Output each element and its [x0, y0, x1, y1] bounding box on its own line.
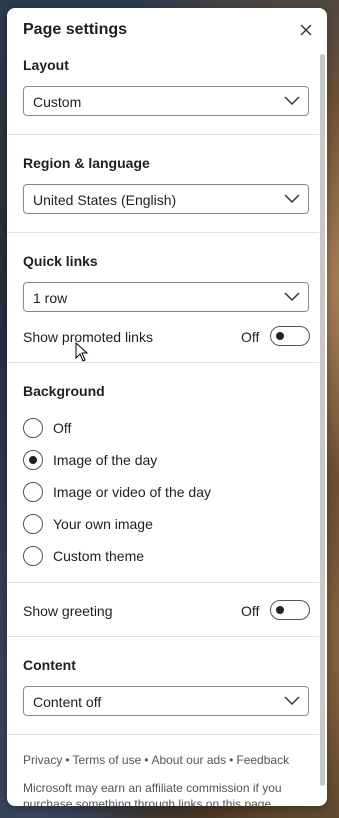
content-select-value: Content off: [33, 694, 102, 710]
divider: [7, 636, 319, 637]
radio-button[interactable]: [23, 514, 43, 534]
chevron-down-icon: [284, 696, 300, 706]
promoted-links-state: Off: [241, 329, 260, 345]
mouse-pointer-icon: [75, 342, 89, 362]
divider: [7, 362, 319, 363]
page-settings-panel: Page settings Layout Custom Region & lan…: [7, 8, 327, 806]
separator: •: [65, 753, 70, 767]
radio-label: Off: [53, 420, 72, 436]
chevron-down-icon: [284, 96, 300, 106]
radio-label: Custom theme: [53, 548, 145, 564]
content-label: Content: [23, 657, 76, 673]
close-icon: [300, 24, 312, 36]
greeting-state: Off: [241, 603, 260, 619]
scrollbar[interactable]: [319, 54, 327, 794]
radio-label: Image or video of the day: [53, 484, 211, 500]
separator: •: [144, 753, 149, 767]
background-option-image-of-the-day[interactable]: Image of the day: [23, 450, 283, 472]
content-select[interactable]: Content off: [23, 686, 309, 716]
about-ads-link[interactable]: About our ads: [151, 753, 226, 767]
separator: •: [229, 753, 234, 767]
panel-title: Page settings: [23, 21, 128, 38]
region-label: Region & language: [23, 155, 150, 171]
promoted-links-toggle[interactable]: [270, 326, 310, 346]
layout-label: Layout: [23, 57, 69, 73]
background-label: Background: [23, 383, 105, 399]
radio-button[interactable]: [23, 482, 43, 502]
background-option-image-or-video[interactable]: Image or video of the day: [23, 482, 283, 504]
close-button[interactable]: [296, 20, 316, 40]
footer-links: Privacy • Terms of use • About our ads • Feedb…: [23, 753, 289, 767]
greeting-toggle[interactable]: [270, 600, 310, 620]
feedback-link[interactable]: Feedback: [236, 753, 289, 767]
divider: [7, 734, 319, 735]
chevron-down-icon: [284, 194, 300, 204]
privacy-link[interactable]: Privacy: [23, 753, 62, 767]
divider: [7, 134, 319, 135]
region-select-value: United States (English): [33, 192, 177, 208]
quick-links-label: Quick links: [23, 253, 98, 269]
radio-button[interactable]: [23, 418, 43, 438]
divider: [7, 232, 319, 233]
radio-label: Image of the day: [53, 452, 158, 468]
region-select[interactable]: United States (English): [23, 184, 309, 214]
layout-select[interactable]: Custom: [23, 86, 309, 116]
background-option-custom-theme[interactable]: Custom theme: [23, 546, 283, 568]
radio-button[interactable]: [23, 450, 43, 470]
divider: [7, 582, 319, 583]
radio-button[interactable]: [23, 546, 43, 566]
layout-select-value: Custom: [33, 94, 82, 110]
chevron-down-icon: [284, 292, 300, 302]
toggle-knob: [276, 606, 284, 614]
background-option-off[interactable]: Off: [23, 418, 283, 440]
scrollbar-thumb[interactable]: [320, 54, 325, 786]
greeting-label: Show greeting: [23, 603, 113, 619]
quick-links-select[interactable]: 1 row: [23, 282, 309, 312]
affiliate-disclaimer: Microsoft may earn an affiliate commissi…: [23, 781, 282, 806]
background-option-own-image[interactable]: Your own image: [23, 514, 283, 536]
terms-link[interactable]: Terms of use: [73, 753, 142, 767]
toggle-knob: [276, 332, 284, 340]
quick-links-select-value: 1 row: [33, 290, 68, 306]
radio-label: Your own image: [53, 516, 153, 532]
